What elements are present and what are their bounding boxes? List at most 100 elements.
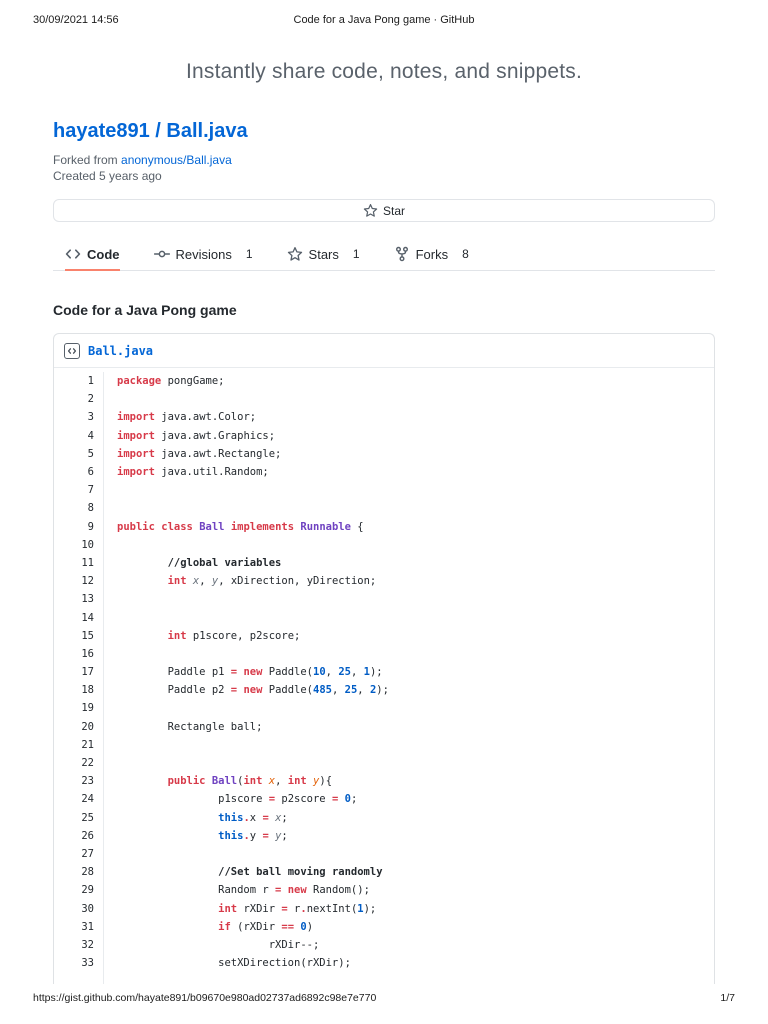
tab-count: 1	[246, 247, 253, 261]
code-text: //Set ball moving randomly	[103, 863, 714, 881]
code-line: 8	[54, 499, 714, 517]
code-line: 3import java.awt.Color;	[54, 408, 714, 426]
code-line: 30 int rXDir = r.nextInt(1);	[54, 899, 714, 917]
code-text	[103, 590, 714, 608]
code-line: 6import java.util.Random;	[54, 463, 714, 481]
line-number[interactable]: 8	[54, 502, 103, 514]
line-number[interactable]: 26	[54, 830, 103, 842]
code-text: Paddle p2 = new Paddle(485, 25, 2);	[103, 681, 714, 699]
line-number[interactable]: 28	[54, 866, 103, 878]
line-number[interactable]: 1	[54, 375, 103, 387]
footer-url: https://gist.github.com/hayate891/b09670…	[33, 992, 376, 1004]
tab-label: Stars	[309, 247, 339, 262]
line-number[interactable]: 6	[54, 466, 103, 478]
code-line: 29 Random r = new Random();	[54, 881, 714, 899]
line-number[interactable]: 19	[54, 702, 103, 714]
tab-label: Code	[87, 247, 120, 262]
code-text	[103, 845, 714, 863]
line-number[interactable]: 10	[54, 539, 103, 551]
tab-forks[interactable]: Forks 8	[394, 246, 469, 271]
line-number[interactable]: 13	[54, 593, 103, 605]
code-text: int rXDir = r.nextInt(1);	[103, 899, 714, 917]
code-text: import java.util.Random;	[103, 463, 714, 481]
code-line: 17 Paddle p1 = new Paddle(10, 25, 1);	[54, 663, 714, 681]
code-text	[103, 754, 714, 772]
code-line: 13	[54, 590, 714, 608]
code-line: 11 //global variables	[54, 554, 714, 572]
line-number[interactable]: 9	[54, 521, 103, 533]
tab-label: Revisions	[176, 247, 232, 262]
line-number[interactable]: 5	[54, 448, 103, 460]
line-number[interactable]: 4	[54, 430, 103, 442]
line-number[interactable]: 11	[54, 557, 103, 569]
file-link[interactable]: Ball.java	[166, 120, 247, 142]
code-text: if (rXDir == 0)	[103, 918, 714, 936]
code-line: 10	[54, 536, 714, 554]
code-line: 18 Paddle p2 = new Paddle(485, 25, 2);	[54, 681, 714, 699]
line-number[interactable]: 15	[54, 630, 103, 642]
gist-content: hayate891 / Ball.java Forked from anonym…	[53, 118, 715, 984]
code-line: 4import java.awt.Graphics;	[54, 427, 714, 445]
code-text: Paddle p1 = new Paddle(10, 25, 1);	[103, 663, 714, 681]
commit-icon	[154, 246, 170, 262]
code-line: 2	[54, 390, 714, 408]
tab-revisions[interactable]: Revisions 1	[154, 246, 253, 271]
tab-code[interactable]: Code	[65, 246, 120, 271]
tab-count: 8	[462, 247, 469, 261]
code-icon	[65, 246, 81, 262]
code-text: Rectangle ball;	[103, 718, 714, 736]
code-text: int p1score, p2score;	[103, 627, 714, 645]
footer-page-number: 1/7	[720, 992, 735, 1004]
line-number[interactable]: 14	[54, 612, 103, 624]
line-number[interactable]: 25	[54, 812, 103, 824]
code-line: 26 this.y = y;	[54, 827, 714, 845]
code-text: //global variables	[103, 554, 714, 572]
hero-tagline: Instantly share code, notes, and snippet…	[0, 60, 768, 84]
code-text	[103, 536, 714, 554]
code-text: import java.awt.Color;	[103, 408, 714, 426]
code-table: 1package pongGame;23import java.awt.Colo…	[54, 368, 714, 984]
star-button[interactable]: Star	[53, 199, 715, 222]
code-text	[103, 736, 714, 754]
line-number[interactable]: 23	[54, 775, 103, 787]
code-line: 1package pongGame;	[54, 372, 714, 390]
line-number[interactable]: 21	[54, 739, 103, 751]
owner-link[interactable]: hayate891	[53, 120, 150, 142]
line-number[interactable]: 7	[54, 484, 103, 496]
print-title: Code for a Java Pong game · GitHub	[0, 14, 768, 26]
line-number[interactable]: 12	[54, 575, 103, 587]
line-number[interactable]: 32	[54, 939, 103, 951]
line-number[interactable]: 20	[54, 721, 103, 733]
file-code-icon	[64, 343, 80, 359]
line-number[interactable]: 22	[54, 757, 103, 769]
code-text: import java.awt.Graphics;	[103, 427, 714, 445]
star-button-label: Star	[383, 204, 405, 218]
code-line: 24 p1score = p2score = 0;	[54, 790, 714, 808]
line-number[interactable]: 24	[54, 793, 103, 805]
line-number[interactable]: 29	[54, 884, 103, 896]
code-line: 16	[54, 645, 714, 663]
line-number[interactable]: 17	[54, 666, 103, 678]
code-text	[103, 481, 714, 499]
file-name-link[interactable]: Ball.java	[88, 344, 153, 358]
line-number[interactable]: 30	[54, 903, 103, 915]
forked-from-link[interactable]: anonymous/Ball.java	[121, 153, 232, 167]
code-text: public class Ball implements Runnable {	[103, 518, 714, 536]
code-text: p1score = p2score = 0;	[103, 790, 714, 808]
line-number[interactable]: 33	[54, 957, 103, 969]
line-number[interactable]: 2	[54, 393, 103, 405]
code-text	[103, 645, 714, 663]
code-line: 5import java.awt.Rectangle;	[54, 445, 714, 463]
line-number[interactable]: 31	[54, 921, 103, 933]
gist-description: Code for a Java Pong game	[53, 301, 715, 319]
code-text: this.y = y;	[103, 827, 714, 845]
fork-icon	[394, 246, 410, 262]
line-number[interactable]: 3	[54, 411, 103, 423]
tab-stars[interactable]: Stars 1	[287, 246, 360, 271]
line-number[interactable]: 18	[54, 684, 103, 696]
code-line-filler	[54, 972, 714, 984]
line-number[interactable]: 27	[54, 848, 103, 860]
code-line: 23 public Ball(int x, int y){	[54, 772, 714, 790]
line-number[interactable]: 16	[54, 648, 103, 660]
code-text: import java.awt.Rectangle;	[103, 445, 714, 463]
